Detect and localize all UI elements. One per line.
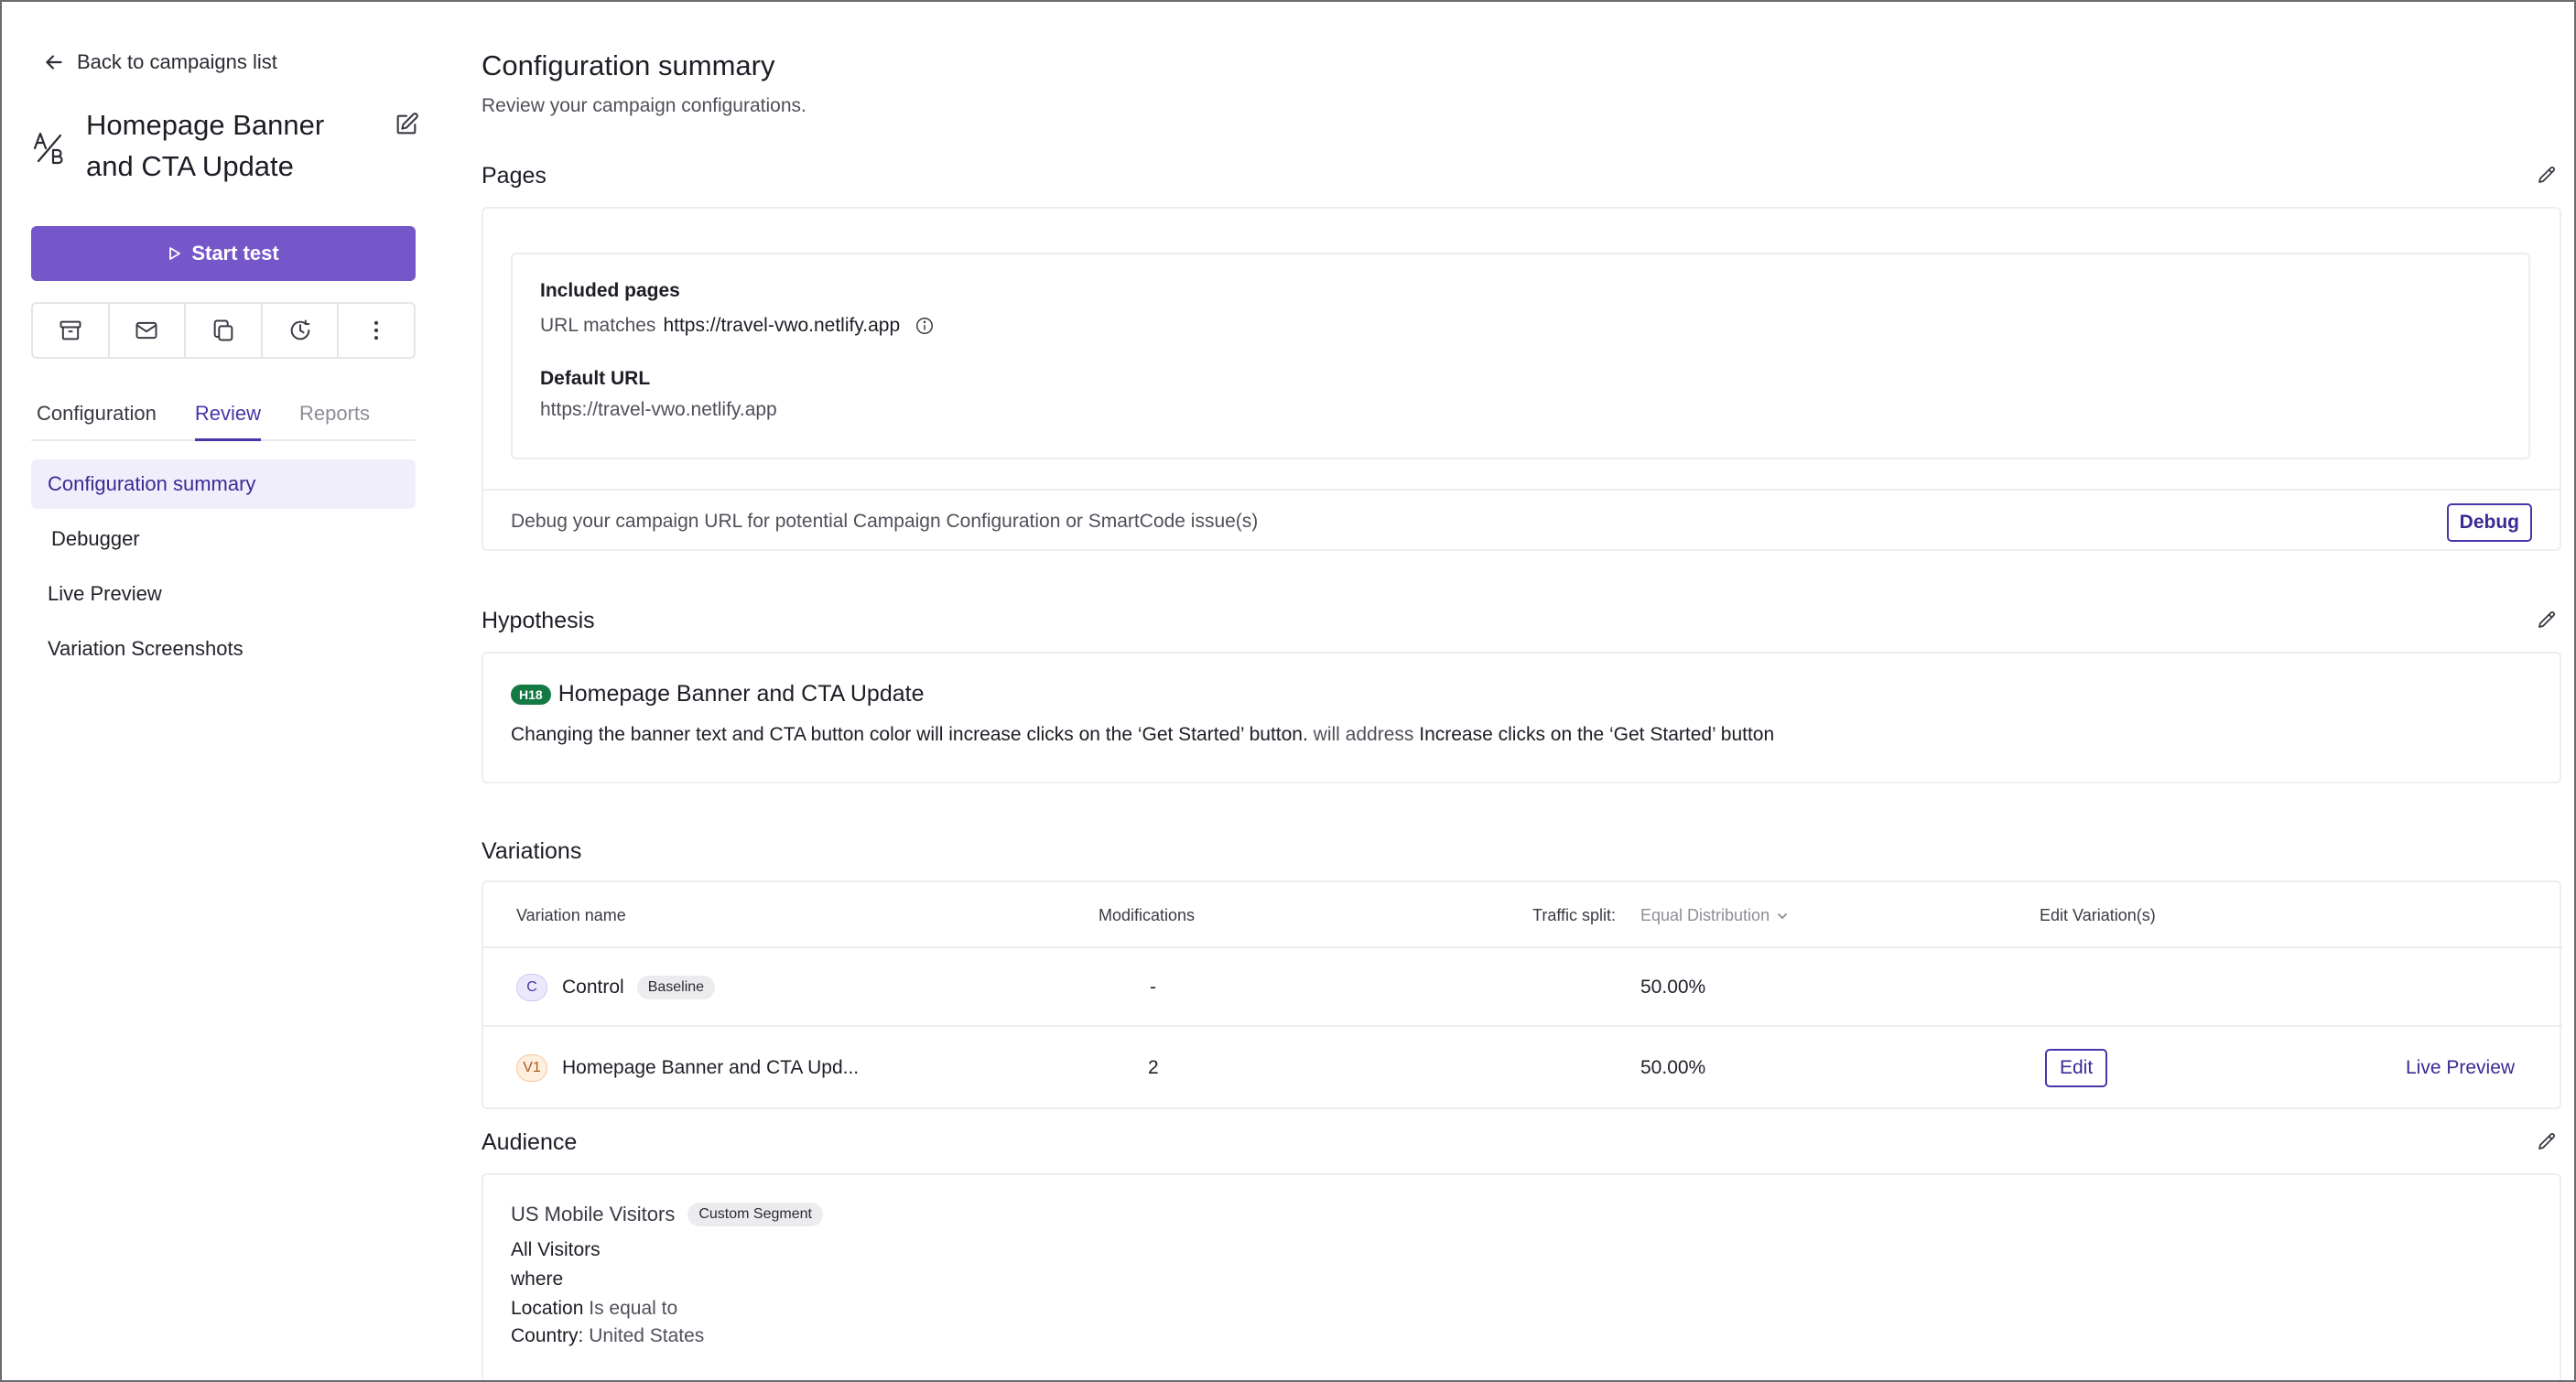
hypothesis-card: H18 Homepage Banner and CTA Update Chang… (482, 652, 2561, 783)
default-url-value: https://travel-vwo.netlify.app (540, 399, 777, 420)
hypothesis-id-badge: H18 (511, 684, 551, 705)
debug-description: Debug your campaign URL for potential Ca… (511, 511, 1259, 532)
segment-type-badge: Custom Segment (687, 1203, 823, 1226)
hypothesis-statement: Changing the banner text and CTA button … (511, 724, 1308, 745)
variations-table-header: Variation name Modifications Traffic spl… (483, 882, 2563, 948)
more-options-button[interactable] (339, 304, 414, 357)
default-url-label: Default URL (540, 368, 651, 389)
archive-icon (60, 320, 81, 340)
campaign-title: Homepage Banner and CTA Update (86, 109, 325, 182)
col-modifications: Modifications (1099, 906, 1196, 924)
table-row: V1 Homepage Banner and CTA Upd... 2 50.0… (483, 1029, 2563, 1107)
start-test-label: Start test (191, 242, 279, 265)
col-variation-name: Variation name (516, 906, 626, 924)
variation-name-cell: C Control Baseline (516, 948, 716, 1027)
email-button[interactable] (110, 304, 187, 357)
traffic-cell: 50.00% (1640, 1057, 1706, 1078)
back-to-campaigns-link[interactable]: Back to campaigns list (42, 48, 277, 77)
audience-section-title: Audience (482, 1129, 578, 1155)
variations-table: Variation name Modifications Traffic spl… (482, 880, 2563, 1109)
variation-badge: C (516, 974, 547, 1001)
edit-audience-pencil-icon[interactable] (2536, 1131, 2558, 1153)
live-preview-link[interactable]: Live Preview (2406, 1057, 2515, 1079)
audience-all-visitors: All Visitors (511, 1239, 601, 1260)
variation-name: Homepage Banner and CTA Upd... (562, 1057, 860, 1078)
included-pages-label: Included pages (540, 280, 680, 301)
hypothesis-goal: Increase clicks on the ‘Get Started’ but… (1419, 724, 1775, 745)
segment-name: US Mobile Visitors (511, 1203, 676, 1225)
campaign-actions-bar (31, 302, 416, 359)
modifications-cell: - (1150, 977, 1156, 998)
clone-button[interactable] (186, 304, 263, 357)
sidebar: Back to campaigns list Homepage Banner a… (2, 2, 449, 1380)
baseline-badge: Baseline (636, 976, 716, 999)
nav-item-variation-screenshots[interactable]: Variation Screenshots (31, 624, 416, 674)
ab-test-icon (33, 132, 63, 165)
app-window: Back to campaigns list Homepage Banner a… (0, 0, 2576, 1382)
audience-card: US Mobile Visitors Custom Segment All Vi… (482, 1173, 2561, 1380)
page-subtitle: Review your campaign configurations. (482, 95, 806, 116)
sidebar-tabs: Configuration Review Reports (31, 397, 416, 441)
hypothesis-header: H18 Homepage Banner and CTA Update (511, 681, 2532, 707)
pages-card: Included pages URL matches https://trave… (482, 207, 2561, 551)
pages-section-title: Pages (482, 163, 547, 189)
back-link-label: Back to campaigns list (77, 50, 277, 73)
edit-pages-pencil-icon[interactable] (2536, 165, 2558, 187)
mail-icon (135, 321, 157, 340)
variations-section-title: Variations (482, 838, 582, 864)
modifications-cell: 2 (1148, 1057, 1159, 1078)
audience-where: where (511, 1269, 564, 1290)
edit-variation-button[interactable]: Edit (2045, 1049, 2108, 1087)
table-row: C Control Baseline - 50.00% (483, 948, 2563, 1027)
tab-review[interactable]: Review (194, 397, 262, 441)
url-match-row: URL matches https://travel-vwo.netlify.a… (540, 315, 2501, 337)
traffic-mode-dropdown[interactable]: Equal Distribution (1640, 906, 1790, 925)
play-icon (169, 247, 181, 260)
more-vertical-icon (374, 320, 379, 340)
condition-key: Location (511, 1298, 584, 1319)
col-traffic-split: Traffic split: (1532, 906, 1617, 924)
traffic-mode-value: Equal Distribution (1640, 906, 1770, 924)
condition-value: United States (589, 1325, 705, 1346)
col-edit-variations: Edit Variation(s) (2040, 906, 2156, 924)
info-icon[interactable] (915, 316, 935, 336)
debug-row: Debug your campaign URL for potential Ca… (483, 489, 2560, 553)
archive-button[interactable] (33, 304, 110, 357)
audience-condition-value: Country: United States (511, 1325, 2532, 1347)
live-preview-cell: Live Preview (2406, 1029, 2515, 1107)
hypothesis-name: Homepage Banner and CTA Update (557, 681, 925, 707)
page-title: Configuration summary (482, 49, 775, 81)
audience-condition: Location Is equal to (511, 1298, 2532, 1320)
schedule-button[interactable] (263, 304, 340, 357)
hypothesis-connector: will address (1313, 724, 1414, 745)
url-matches-prefix: URL matches (540, 315, 656, 336)
tab-reports[interactable]: Reports (299, 397, 370, 441)
variation-name: Control (562, 977, 624, 998)
segment-row: US Mobile Visitors Custom Segment (511, 1203, 2532, 1226)
clock-history-icon (290, 319, 309, 340)
condition-field: Country: (511, 1325, 584, 1346)
hypothesis-section-title: Hypothesis (482, 608, 595, 633)
edit-icon[interactable] (394, 112, 419, 137)
pages-inner-card: Included pages URL matches https://trave… (511, 253, 2530, 459)
nav-item-live-preview[interactable]: Live Preview (31, 569, 416, 619)
nav-item-debugger[interactable]: Debugger (31, 514, 416, 564)
edit-cell: Edit (2045, 1029, 2108, 1107)
url-matches-value: https://travel-vwo.netlify.app (663, 315, 901, 336)
hypothesis-statement-row: Changing the banner text and CTA button … (511, 724, 2532, 746)
edit-hypothesis-pencil-icon[interactable] (2536, 610, 2558, 632)
tab-configuration[interactable]: Configuration (37, 397, 157, 441)
start-test-button[interactable]: Start test (31, 226, 416, 281)
debug-button[interactable]: Debug (2446, 503, 2532, 542)
condition-operator: Is equal to (589, 1298, 678, 1319)
traffic-cell: 50.00% (1640, 977, 1706, 998)
chevron-down-icon (1778, 912, 1787, 919)
review-nav: Configuration summary Debugger Live Prev… (31, 459, 416, 679)
arrow-left-icon (46, 55, 62, 70)
variation-name-cell: V1 Homepage Banner and CTA Upd... (516, 1029, 859, 1107)
copy-icon (213, 319, 233, 341)
nav-item-configuration-summary[interactable]: Configuration summary (31, 459, 416, 509)
campaign-header: Homepage Banner and CTA Update (31, 104, 419, 187)
variation-badge: V1 (516, 1054, 547, 1082)
